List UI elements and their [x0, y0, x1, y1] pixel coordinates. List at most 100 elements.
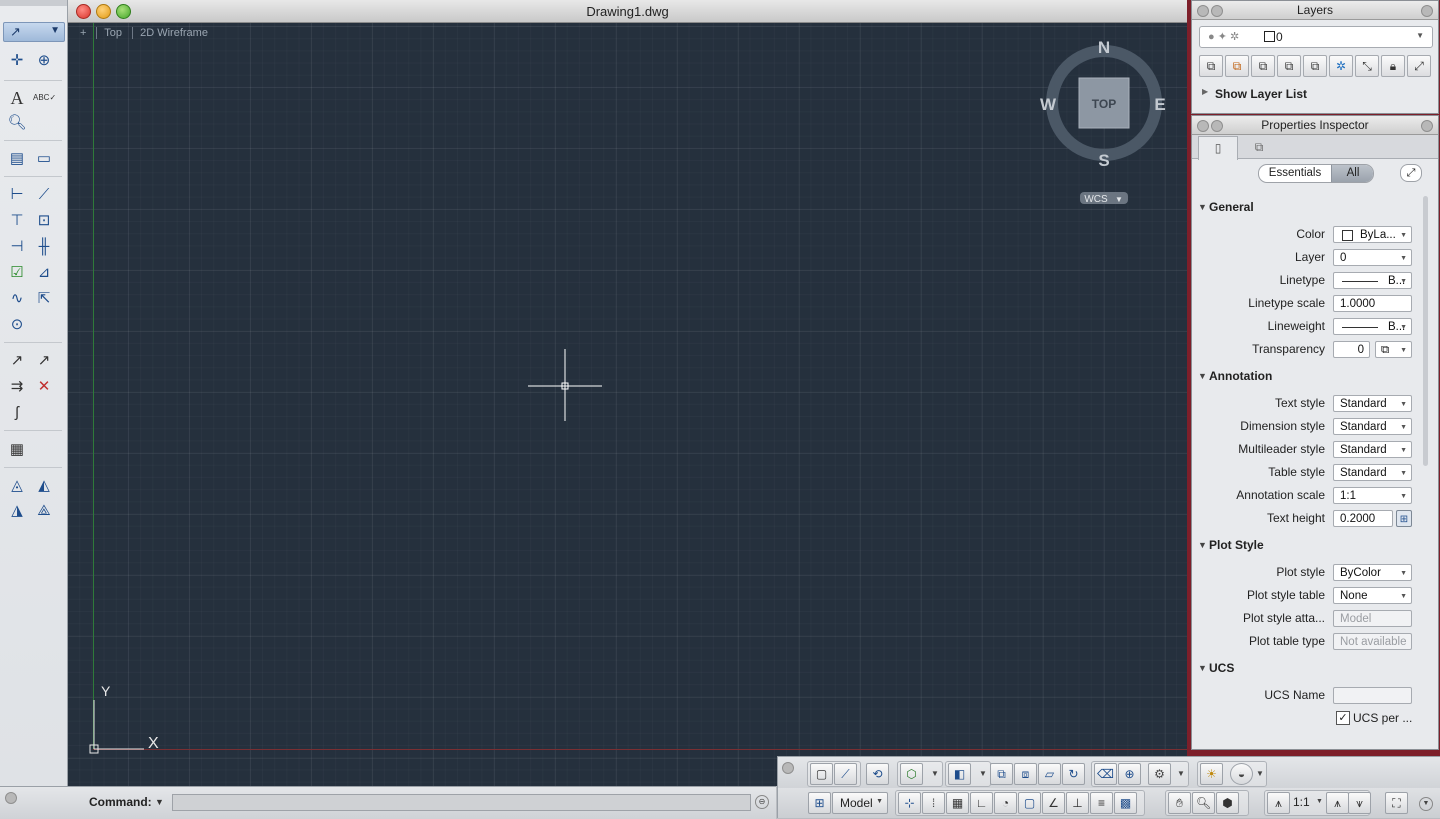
sun-icon[interactable]: ☀ [1200, 763, 1223, 785]
palette-menu-dropdown[interactable]: ↗ ▼ [3, 22, 65, 42]
close-palette-button[interactable] [1197, 120, 1209, 132]
pan-icon[interactable]: ✋︎ [1168, 792, 1191, 814]
visual-style-menu[interactable]: 2D Wireframe [140, 27, 208, 39]
dynamic-ucs-icon[interactable]: ⟋ [834, 763, 857, 785]
dimension-space-icon[interactable]: ⊿ [33, 262, 55, 284]
palette-handle[interactable] [0, 0, 67, 6]
layer-previous-icon[interactable]: ⧉ [1277, 55, 1301, 77]
section-plot-style[interactable]: Plot Style [1198, 538, 1264, 552]
color-select[interactable]: ByLa... [1333, 226, 1412, 243]
view-cube-icon[interactable]: ⬡ [900, 763, 923, 785]
linetype-select[interactable]: B... [1333, 272, 1412, 289]
annotation-scale-sync-icon[interactable]: ⩛ [1348, 792, 1371, 814]
object-properties-tab-icon[interactable]: ▯ [1198, 136, 1238, 160]
object-snap-tracking-icon[interactable]: ∠ [1042, 792, 1065, 814]
dynamic-input-icon[interactable]: ⊥ [1066, 792, 1089, 814]
layer-match-icon[interactable]: ⧉ [1251, 55, 1275, 77]
pick-object-icon[interactable]: ⤢ [1400, 164, 1422, 182]
section-ucs[interactable]: UCS [1198, 661, 1234, 675]
section-plane-icon[interactable]: ⧉ [990, 763, 1013, 785]
transparency-bylayer-icon[interactable]: ⧉ [1375, 341, 1412, 358]
layer-select[interactable]: 0 [1333, 249, 1412, 266]
quick-dimension-icon[interactable]: ╫ [33, 236, 55, 258]
grid-display-icon[interactable]: ▦ [946, 792, 969, 814]
infer-constraints-icon[interactable]: ⊹ [898, 792, 921, 814]
chevron-down-icon[interactable]: ▼ [979, 769, 987, 778]
new-layer-icon[interactable]: ⧉ [1225, 55, 1249, 77]
visual-style-icon[interactable]: ◧ [948, 763, 971, 785]
compass-east[interactable]: E [1154, 95, 1165, 114]
plot-style-select[interactable]: ByColor [1333, 564, 1412, 581]
spell-check-icon[interactable]: ABC✓ [33, 87, 56, 109]
layer-unlock-icon[interactable]: ⤢ [1407, 55, 1431, 77]
lineweight-select[interactable]: B... [1333, 318, 1412, 335]
material-icon[interactable]: ◒ [1230, 763, 1253, 785]
add-leader-icon[interactable]: ↗ [33, 350, 55, 372]
minimize-palette-button[interactable] [1211, 5, 1223, 17]
collapse-palette-button[interactable] [1421, 5, 1433, 17]
chevron-down-icon[interactable]: ▼ [931, 769, 939, 778]
remove-leader-icon[interactable]: ✕ [33, 376, 55, 398]
find-text-icon[interactable]: 🔍︎ [6, 112, 28, 134]
text-height-input[interactable]: 0.2000 [1333, 510, 1393, 527]
view-menu[interactable]: Top [104, 27, 122, 39]
compass-west[interactable]: W [1040, 95, 1057, 114]
section-general[interactable]: General [1198, 200, 1254, 214]
multileader-style-select[interactable]: Standard [1333, 441, 1412, 458]
continue-dimension-icon[interactable]: ⊣ [6, 236, 28, 258]
viewport-menu[interactable]: + [80, 27, 86, 39]
zoom-icon[interactable]: 🔍︎ [1192, 792, 1215, 814]
compass-south[interactable]: S [1098, 151, 1109, 170]
baseline-dimension-icon[interactable]: ⊤ [6, 210, 28, 232]
steering-wheel-icon[interactable]: ⬢ [1216, 792, 1239, 814]
status-bar-menu-icon[interactable]: ▼ [1419, 797, 1433, 811]
layer-lock-icon[interactable]: 🔒︎ [1381, 55, 1405, 77]
lineweight-display-icon[interactable]: ≡ [1090, 792, 1113, 814]
render-icon[interactable]: ⚙ [1148, 763, 1171, 785]
annotation-scale-select[interactable]: 1:1 [1333, 487, 1412, 504]
boundary-icon[interactable]: ⟁ [33, 500, 55, 522]
multiline-text-icon[interactable]: ▤ [6, 148, 28, 170]
table-icon[interactable]: ▦ [6, 439, 28, 461]
auto-scale-icon[interactable]: ⩚ [1326, 792, 1349, 814]
region-icon[interactable]: ◮ [6, 500, 28, 522]
osnap-tracking-icon[interactable]: ⊕ [1118, 763, 1141, 785]
transparency-input[interactable]: 0 [1333, 341, 1370, 358]
command-input[interactable] [172, 794, 751, 811]
layer-properties-icon[interactable]: ⧉ [1199, 55, 1223, 77]
annotation-scale-value[interactable]: 1:1 [1293, 795, 1310, 809]
layer-off-icon[interactable]: ⤡ [1355, 55, 1379, 77]
chevron-down-icon[interactable]: ▼ [1316, 798, 1323, 805]
object-snap-icon[interactable]: ▢ [1018, 792, 1041, 814]
align-leader-icon[interactable]: ⇉ [6, 376, 28, 398]
leader-icon[interactable]: ⇱ [33, 288, 55, 310]
linetype-scale-input[interactable]: 1.0000 [1333, 295, 1412, 312]
viewcube[interactable]: TOP N S E W WCS ▼ [1038, 33, 1178, 233]
hatch-icon[interactable]: ◬ [6, 475, 28, 497]
jogged-dimension-icon[interactable]: ∿ [6, 288, 28, 310]
layer-properties-tab-icon[interactable]: ⧉ [1240, 136, 1278, 158]
collapse-palette-button[interactable] [1421, 120, 1433, 132]
statusbar-close-button[interactable] [782, 762, 794, 774]
drawing-canvas[interactable]: + Top 2D Wireframe TOP N S E W WCS ▼ Y X [68, 23, 1187, 786]
layout-grid-icon[interactable]: ⊞ [808, 792, 831, 814]
attribute-icon[interactable]: ▭ [33, 148, 55, 170]
point-icon[interactable]: ✛ [6, 50, 28, 72]
current-layer-dropdown[interactable]: ● ✦ ✲ 0 ▼ [1199, 26, 1433, 48]
text-style-select[interactable]: Standard [1333, 395, 1412, 412]
revolve-icon[interactable]: ↻ [1062, 763, 1085, 785]
minimize-palette-button[interactable] [1211, 120, 1223, 132]
layer-freeze-icon[interactable]: ✲ [1329, 55, 1353, 77]
orbit-icon[interactable]: ⟲ [866, 763, 889, 785]
command-history-chevron-icon[interactable]: ▼ [155, 797, 164, 807]
center-mark-icon[interactable]: ⊙ [6, 314, 28, 336]
section-annotation[interactable]: Annotation [1198, 369, 1272, 383]
layer-isolate-icon[interactable]: ⧉ [1303, 55, 1327, 77]
collect-leader-icon[interactable]: ʃ [6, 402, 28, 424]
object-snap-icon[interactable]: ⊕ [33, 50, 55, 72]
close-palette-button[interactable] [1197, 5, 1209, 17]
all-tab[interactable]: All [1331, 165, 1373, 182]
check-dimension-icon[interactable]: ☑ [6, 262, 28, 284]
chevron-down-icon[interactable]: ▼ [1177, 769, 1185, 778]
properties-scrollbar[interactable] [1423, 196, 1428, 466]
